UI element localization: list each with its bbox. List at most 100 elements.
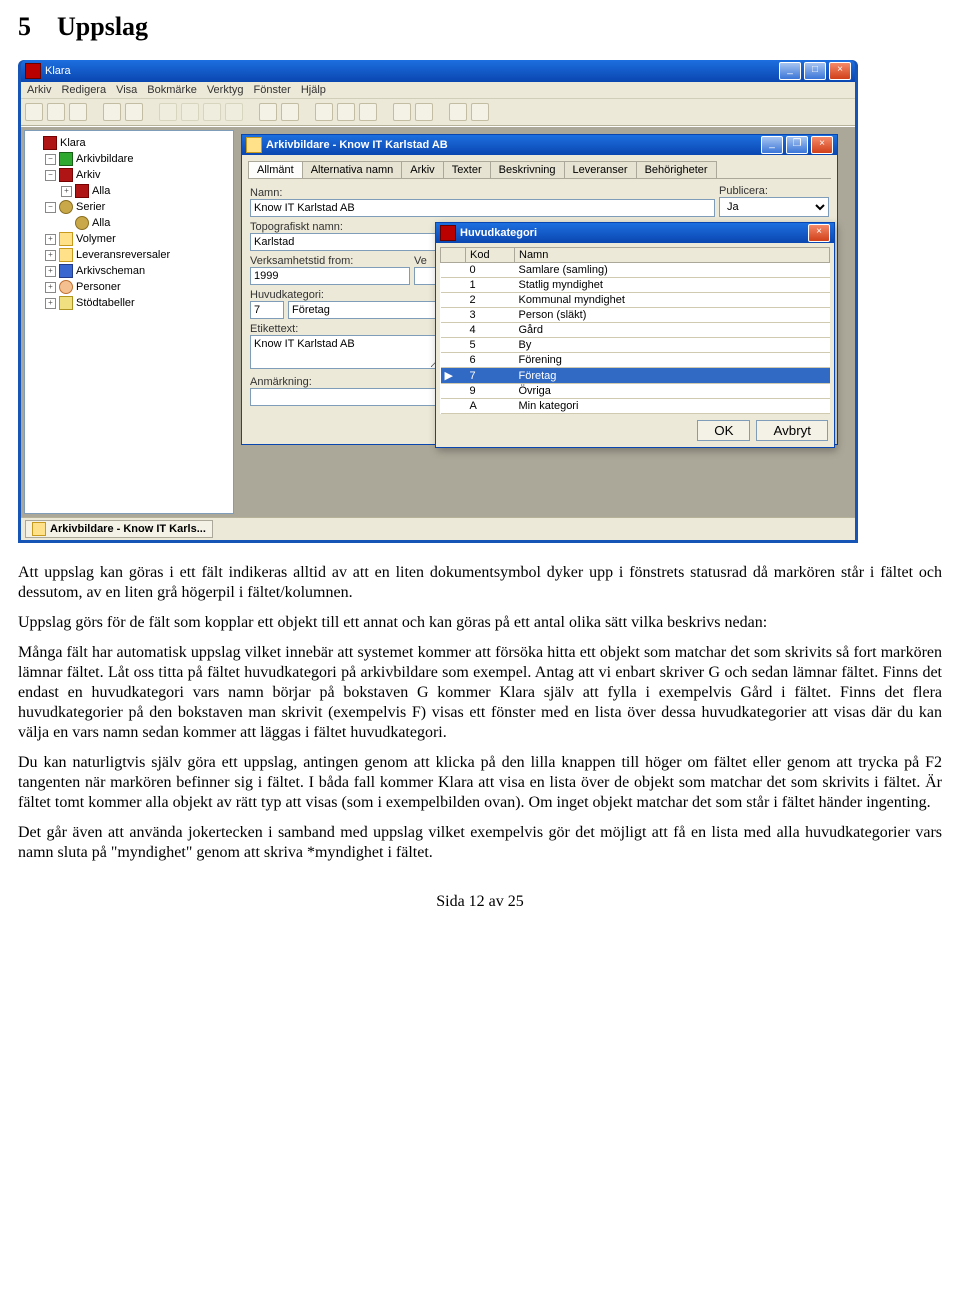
- ok-button[interactable]: OK: [697, 420, 750, 441]
- maximize-button[interactable]: □: [804, 62, 826, 80]
- collapse-icon[interactable]: −: [45, 202, 56, 213]
- menu-item[interactable]: Arkiv: [27, 84, 51, 96]
- menu-item[interactable]: Hjälp: [301, 84, 326, 96]
- toolbar-icon[interactable]: [69, 103, 87, 121]
- table-row[interactable]: 0Samlare (samling): [441, 263, 830, 278]
- tab[interactable]: Alternativa namn: [302, 161, 403, 178]
- toolbar-icon[interactable]: [449, 103, 467, 121]
- close-button[interactable]: ×: [829, 62, 851, 80]
- kod-cell: 9: [466, 384, 515, 399]
- collapse-icon[interactable]: −: [45, 154, 56, 165]
- expand-icon[interactable]: +: [45, 250, 56, 261]
- expand-icon[interactable]: +: [45, 298, 56, 309]
- toolbar-icon[interactable]: [181, 103, 199, 121]
- child-minimize-button[interactable]: _: [761, 136, 783, 154]
- minimize-button[interactable]: _: [779, 62, 801, 80]
- table-row[interactable]: 6Förening: [441, 353, 830, 368]
- tree-item[interactable]: Klara: [29, 135, 229, 151]
- kod-cell: 0: [466, 263, 515, 278]
- toolbar-icon[interactable]: [359, 103, 377, 121]
- table-row[interactable]: 4Gård: [441, 323, 830, 338]
- table-row[interactable]: 2Kommunal myndighet: [441, 293, 830, 308]
- child-window-title: Arkivbildare - Know IT Karlstad AB: [266, 139, 448, 151]
- tree-item[interactable]: −Serier: [45, 199, 229, 215]
- child-restore-button[interactable]: ❐: [786, 136, 808, 154]
- cancel-button[interactable]: Avbryt: [756, 420, 828, 441]
- table-row[interactable]: 1Statlig myndighet: [441, 278, 830, 293]
- row-marker-cell: [441, 263, 466, 278]
- tab[interactable]: Beskrivning: [490, 161, 565, 178]
- publicera-label: Publicera:: [719, 185, 829, 197]
- menu-item[interactable]: Fönster: [254, 84, 291, 96]
- tree-item-label: Personer: [76, 281, 121, 293]
- toolbar-icon[interactable]: [315, 103, 333, 121]
- taskbar-item[interactable]: Arkivbildare - Know IT Karls...: [25, 520, 213, 538]
- huvudkategori-code-input[interactable]: [250, 301, 284, 319]
- tab[interactable]: Behörigheter: [636, 161, 717, 178]
- toolbar-icon[interactable]: [103, 103, 121, 121]
- expand-icon[interactable]: +: [45, 266, 56, 277]
- tree-item[interactable]: + Personer: [45, 279, 229, 295]
- toolbar-icon[interactable]: [337, 103, 355, 121]
- toolbar-icon[interactable]: [415, 103, 433, 121]
- row-marker-cell: [441, 399, 466, 414]
- tree-item[interactable]: +Alla: [61, 183, 229, 199]
- popup-close-button[interactable]: ×: [808, 224, 830, 242]
- tab[interactable]: Texter: [443, 161, 491, 178]
- tree-item[interactable]: +Stödtabeller: [45, 295, 229, 311]
- tree-item[interactable]: Alla: [61, 215, 229, 231]
- kod-cell: 2: [466, 293, 515, 308]
- tree-item[interactable]: +Volymer: [45, 231, 229, 247]
- toolbar-icon[interactable]: [203, 103, 221, 121]
- table-row[interactable]: ▶7Företag: [441, 368, 830, 384]
- toolbar-icon[interactable]: [159, 103, 177, 121]
- form-icon: [246, 137, 262, 153]
- kod-header[interactable]: Kod: [466, 248, 515, 263]
- tree-node-icon: [59, 248, 73, 262]
- row-marker-cell: [441, 384, 466, 399]
- huvudkategori-name-input[interactable]: [288, 301, 438, 319]
- tab[interactable]: Allmänt: [248, 161, 303, 178]
- table-row[interactable]: AMin kategori: [441, 399, 830, 414]
- tab[interactable]: Leveranser: [564, 161, 637, 178]
- toolbar-icon[interactable]: [125, 103, 143, 121]
- menu-item[interactable]: Verktyg: [207, 84, 244, 96]
- main-window-title: Klara: [45, 65, 71, 77]
- tree-item[interactable]: +Arkivscheman: [45, 263, 229, 279]
- heading-text: Uppslag: [57, 12, 148, 41]
- namn-input[interactable]: [250, 199, 715, 217]
- toolbar-icon[interactable]: [281, 103, 299, 121]
- tab[interactable]: Arkiv: [401, 161, 443, 178]
- anmarkning-input[interactable]: [250, 388, 440, 406]
- menu-item[interactable]: Redigera: [61, 84, 106, 96]
- menu-item[interactable]: Visa: [116, 84, 137, 96]
- tree-item[interactable]: +Leveransreversaler: [45, 247, 229, 263]
- tree-node-icon: [75, 184, 89, 198]
- row-marker-cell: ▶: [441, 368, 466, 384]
- verksamhet-from-input[interactable]: [250, 267, 410, 285]
- toolbar-icon[interactable]: [393, 103, 411, 121]
- namn-header[interactable]: Namn: [515, 248, 830, 263]
- table-row[interactable]: 3Person (släkt): [441, 308, 830, 323]
- toolbar-icon[interactable]: [25, 103, 43, 121]
- child-close-button[interactable]: ×: [811, 136, 833, 154]
- kod-cell: 7: [466, 368, 515, 384]
- etikettext-input[interactable]: [250, 335, 440, 369]
- toolbar-icon[interactable]: [471, 103, 489, 121]
- taskbar-item-label: Arkivbildare - Know IT Karls...: [50, 523, 206, 535]
- collapse-icon[interactable]: −: [45, 170, 56, 181]
- menu-item[interactable]: Bokmärke: [147, 84, 197, 96]
- expand-icon[interactable]: +: [45, 234, 56, 245]
- namn-cell: By: [515, 338, 830, 353]
- expand-icon[interactable]: +: [61, 186, 72, 197]
- tree-item[interactable]: −Arkivbildare: [45, 151, 229, 167]
- table-row[interactable]: 9Övriga: [441, 384, 830, 399]
- table-row[interactable]: 5By: [441, 338, 830, 353]
- toolbar-icon[interactable]: [259, 103, 277, 121]
- toolbar-icon[interactable]: [225, 103, 243, 121]
- tree-item[interactable]: −Arkiv: [45, 167, 229, 183]
- namn-label: Namn:: [250, 187, 715, 199]
- toolbar-icon[interactable]: [47, 103, 65, 121]
- expand-icon[interactable]: +: [45, 282, 56, 293]
- publicera-select[interactable]: Ja: [719, 197, 829, 217]
